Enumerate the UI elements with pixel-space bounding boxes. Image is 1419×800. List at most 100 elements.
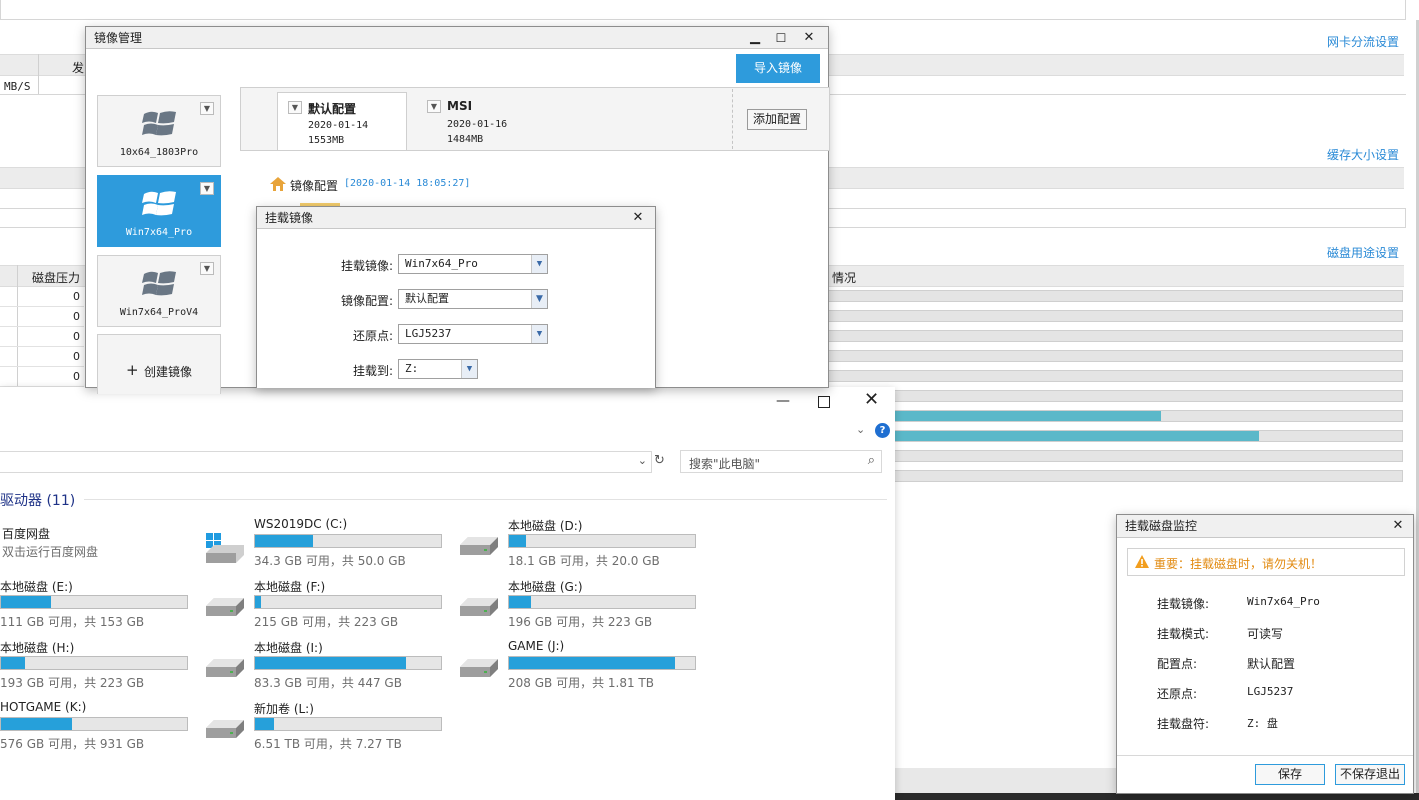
- minimize-icon[interactable]: ▁: [742, 27, 768, 49]
- close-icon[interactable]: ✕: [864, 389, 879, 410]
- drive-item[interactable]: GAME (J:) 208 GB 可用，共 1.81 TB: [454, 639, 704, 695]
- refresh-icon[interactable]: ↻: [654, 453, 665, 468]
- drive-item[interactable]: 本地磁盘 (D:) 18.1 GB 可用，共 20.0 GB: [454, 517, 704, 573]
- chevron-down-icon: ▼: [531, 255, 547, 273]
- drive-item[interactable]: 新加卷 (L:) 6.51 TB 可用，共 7.27 TB: [200, 700, 450, 756]
- drive-item[interactable]: 本地磁盘 (I:) 83.3 GB 可用，共 447 GB: [200, 639, 450, 695]
- hard-drive-icon: [458, 655, 500, 683]
- monitor-value: 可读写: [1247, 627, 1284, 641]
- address-bar[interactable]: ⌄: [0, 451, 652, 473]
- drive-info: 18.1 GB 可用，共 20.0 GB: [508, 554, 660, 568]
- drive-name: WS2019DC (C:): [254, 517, 348, 531]
- footer-divider: [1117, 755, 1413, 756]
- drive-item[interactable]: 本地磁盘 (H:) 193 GB 可用，共 223 GB: [0, 639, 196, 695]
- drive-usage-fill: [509, 535, 526, 547]
- section-title[interactable]: 驱动器 (11): [0, 490, 75, 510]
- restore-point-select[interactable]: LGJ5237 ▼: [398, 324, 548, 344]
- section-divider: [84, 499, 887, 500]
- image-card[interactable]: ▼ Win7x64_Pro: [97, 175, 221, 247]
- mount-image-select[interactable]: Win7x64_Pro ▼: [398, 254, 548, 274]
- dialog-title: 挂载镜像: [265, 211, 314, 225]
- image-config-value: 默认配置: [405, 292, 449, 305]
- chevron-down-icon[interactable]: ▼: [427, 100, 441, 113]
- usage-bar: [828, 430, 1403, 442]
- cache-settings-link[interactable]: 缓存大小设置: [1327, 146, 1399, 163]
- tree-root-label: 镜像配置: [290, 179, 339, 193]
- drive-usage-fill: [1, 657, 26, 669]
- disk-usage-settings-link[interactable]: 磁盘用途设置: [1327, 244, 1399, 261]
- drive-usage-fill: [255, 596, 261, 608]
- ribbon-expand-icon[interactable]: ⌄: [856, 423, 865, 436]
- drive-name: 本地磁盘 (I:): [254, 641, 323, 655]
- drive-usage-fill: [255, 535, 313, 547]
- drive-item[interactable]: 本地磁盘 (F:) 215 GB 可用，共 223 GB: [200, 578, 450, 634]
- drive-info: 193 GB 可用，共 223 GB: [0, 676, 145, 690]
- mount-target-value: Z:: [405, 362, 419, 375]
- drive-item[interactable]: 本地磁盘 (G:) 196 GB 可用，共 223 GB: [454, 578, 704, 634]
- search-icon[interactable]: ⌕: [868, 453, 875, 468]
- chevron-down-icon: ▼: [461, 360, 477, 378]
- chevron-down-icon[interactable]: ▼: [200, 262, 214, 275]
- image-config-select[interactable]: 默认配置 ▼: [398, 289, 548, 309]
- monitor-titlebar: 挂载磁盘监控 ✕: [1117, 515, 1413, 538]
- image-card[interactable]: ▼ 10x64_1803Pro: [97, 95, 221, 167]
- drive-usage-fill: [509, 657, 675, 669]
- pressure-cell: 0: [0, 307, 84, 327]
- config-size: 1484MB: [447, 134, 484, 145]
- window-title: 镜像管理: [94, 31, 143, 45]
- config-name: 默认配置: [308, 102, 357, 116]
- pressure-cell: 0: [0, 287, 84, 307]
- warning-text: 重要：挂载磁盘时，请勿关机！: [1154, 557, 1323, 571]
- config-tab[interactable]: ▼ MSI 2020-01-16 1484MB: [417, 92, 547, 150]
- minimize-icon[interactable]: —: [776, 393, 790, 409]
- speed-unit: MB/S: [4, 80, 31, 93]
- drive-item[interactable]: HOTGAME (K:) 576 GB 可用，共 931 GB: [0, 700, 196, 756]
- image-name: 10x64_1803Pro: [119, 147, 199, 158]
- chevron-down-icon[interactable]: ▼: [200, 182, 214, 195]
- search-input[interactable]: 搜索"此电脑" ⌕: [680, 450, 882, 473]
- config-tab[interactable]: ▼ 默认配置 2020-01-14 1553MB: [277, 92, 407, 150]
- mount-target-select[interactable]: Z: ▼: [398, 359, 478, 379]
- nic-settings-link[interactable]: 网卡分流设置: [1327, 33, 1399, 50]
- drive-name: GAME (J:): [508, 639, 565, 653]
- hard-drive-icon: [204, 594, 246, 622]
- exit-without-save-button[interactable]: 不保存退出: [1335, 764, 1405, 785]
- close-icon[interactable]: ✕: [1385, 515, 1411, 537]
- drive-item[interactable]: WS2019DC (C:) 34.3 GB 可用，共 50.0 GB: [200, 517, 450, 573]
- chevron-down-icon[interactable]: ▼: [200, 102, 214, 115]
- address-dropdown-icon[interactable]: ⌄: [638, 454, 647, 467]
- close-icon[interactable]: ✕: [625, 207, 651, 229]
- import-image-button[interactable]: 导入镜像: [736, 54, 820, 83]
- image-card[interactable]: ▼ Win7x64_ProV4: [97, 255, 221, 327]
- chevron-down-icon: ▼: [531, 325, 547, 343]
- usage-bar: [828, 370, 1403, 382]
- tree-root-node[interactable]: 镜像配置 [2020-01-14 18:05:27]: [270, 177, 570, 197]
- col-divider: [38, 54, 39, 94]
- create-image-button[interactable]: + 创建镜像: [97, 334, 221, 394]
- drive-usage-bar: [508, 656, 696, 670]
- drive-name: HOTGAME (K:): [0, 700, 87, 714]
- drive-info: 208 GB 可用，共 1.81 TB: [508, 676, 654, 690]
- chevron-down-icon[interactable]: ▼: [288, 101, 302, 114]
- drive-usage-fill: [1, 596, 52, 608]
- baidu-netdisk-item[interactable]: 百度网盘 双击运行百度网盘: [0, 523, 190, 563]
- close-icon[interactable]: ✕: [796, 27, 822, 49]
- home-folder-icon: [270, 177, 286, 191]
- maximize-icon[interactable]: ☐: [768, 27, 794, 49]
- help-icon[interactable]: ?: [875, 423, 890, 438]
- add-config-button[interactable]: 添加配置: [747, 109, 807, 130]
- drive-name: 本地磁盘 (F:): [254, 580, 326, 594]
- drive-item[interactable]: 本地磁盘 (E:) 111 GB 可用，共 153 GB: [0, 578, 196, 634]
- header-fa: 发: [72, 61, 85, 75]
- chevron-down-icon: ▼: [531, 290, 547, 308]
- windows-drive-icon: [204, 533, 246, 563]
- pressure-cell: 0: [0, 367, 84, 387]
- save-button[interactable]: 保存: [1255, 764, 1325, 785]
- image-manager-titlebar: 镜像管理 ▁ ☐ ✕: [86, 27, 828, 49]
- tree-timestamp: [2020-01-14 18:05:27]: [344, 178, 471, 189]
- hard-drive-icon: [458, 594, 500, 622]
- monitor-title: 挂载磁盘监控: [1125, 519, 1198, 533]
- drive-info: 83.3 GB 可用，共 447 GB: [254, 676, 402, 690]
- monitor-value: LGJ5237: [1247, 685, 1294, 698]
- maximize-icon[interactable]: [818, 396, 830, 408]
